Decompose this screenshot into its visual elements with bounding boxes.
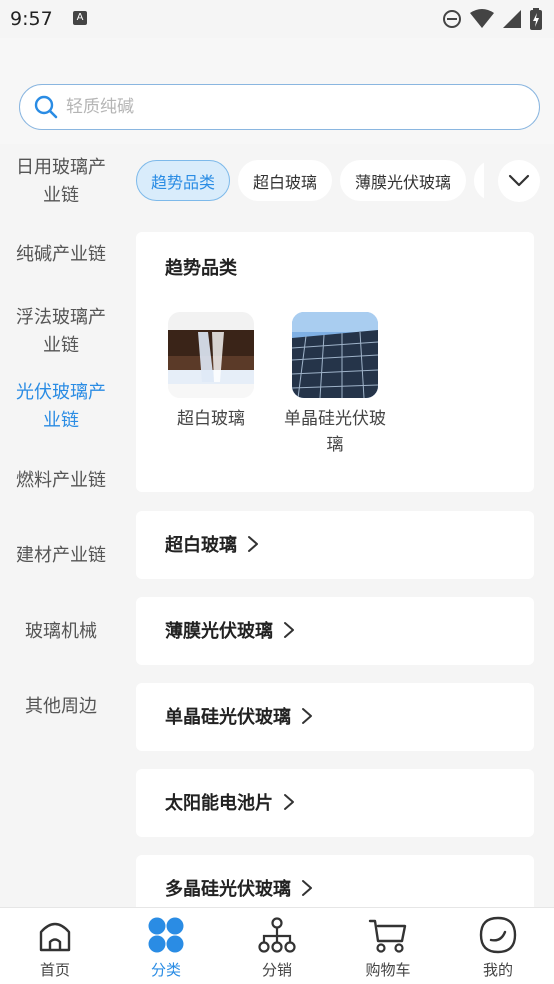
chip-label: 薄膜光伏玻璃 (354, 172, 451, 192)
search-input[interactable] (66, 97, 466, 117)
do-not-disturb-icon (443, 10, 461, 28)
chip-scroller: 趋势品类 超白玻璃 薄膜光伏玻璃 (136, 160, 484, 202)
cart-icon (368, 919, 407, 953)
sidebar-item-fuel[interactable]: 燃料产业链 (0, 467, 122, 495)
search-icon (34, 95, 58, 119)
sidebar-item-label: 日用玻璃产业链 (16, 157, 106, 206)
wifi-icon (470, 9, 494, 28)
sidebar-item-soda-ash[interactable]: 纯碱产业链 (0, 241, 122, 269)
status-bar: 9:57 A (0, 0, 554, 38)
sidebar-item-building-materials[interactable]: 建材产业链 (0, 542, 122, 570)
tab-cart[interactable]: 购物车 (333, 916, 443, 980)
trend-item-label: 超白玻璃 (177, 409, 245, 429)
tab-label: 我的 (482, 961, 513, 979)
category-row-label: 超白玻璃 (165, 535, 237, 556)
sidebar-item-float-glass[interactable]: 浮法玻璃产业链 (0, 304, 122, 360)
sidebar-item-label: 玻璃机械 (25, 621, 97, 642)
chip-thin-film[interactable]: 薄膜光伏玻璃 (340, 160, 466, 201)
category-row[interactable]: 太阳能电池片 (136, 769, 534, 837)
network-icon (258, 917, 296, 953)
chevron-right-icon (284, 794, 294, 810)
tab-distribution[interactable]: 分销 (222, 916, 332, 980)
trend-item-mono-pv[interactable]: 单晶硅光伏玻璃 (279, 312, 391, 458)
mono-pv-glass-image (292, 312, 378, 398)
chevron-right-icon (302, 708, 312, 724)
expand-chips-button[interactable] (498, 160, 540, 202)
trend-card: 趋势品类 超白玻璃 单晶硅光伏玻璃 (136, 232, 534, 492)
category-row-label-wrap: 多晶硅光伏玻璃 (165, 875, 313, 901)
tab-label: 首页 (39, 961, 70, 979)
category-sidebar: 日用玻璃产业链 纯碱产业链 浮法玻璃产业链 光伏玻璃产业链 燃料产业链 建材产业… (0, 144, 122, 907)
chevron-right-icon (302, 880, 312, 896)
chip-label: 趋势品类 (150, 172, 215, 192)
category-row-label-wrap: 太阳能电池片 (165, 789, 295, 815)
tab-label: 分类 (150, 961, 181, 979)
ultra-white-glass-image (168, 312, 254, 398)
chip-ultra-white[interactable]: 超白玻璃 (238, 160, 332, 201)
trend-card-title: 趋势品类 (165, 258, 237, 279)
search-bar[interactable] (19, 84, 540, 130)
main-content: 趋势品类 超白玻璃 薄膜光伏玻璃 趋势品类 超白玻璃 单晶硅光伏玻璃 超白玻璃 … (122, 144, 554, 907)
profile-face-icon (479, 916, 517, 954)
sidebar-item-label: 燃料产业链 (16, 470, 106, 491)
category-row-label: 太阳能电池片 (165, 793, 273, 814)
sidebar-item-pv-glass[interactable]: 光伏玻璃产业链 (0, 379, 122, 435)
chevron-down-icon (508, 174, 530, 187)
category-row[interactable]: 多晶硅光伏玻璃 (136, 855, 534, 907)
status-icons (442, 8, 542, 30)
category-row[interactable]: 超白玻璃 (136, 511, 534, 579)
chip-label: 超白玻璃 (252, 172, 317, 192)
category-row[interactable]: 单晶硅光伏玻璃 (136, 683, 534, 751)
signal-icon (503, 10, 521, 28)
battery-icon (530, 8, 542, 30)
chip-partial[interactable] (474, 160, 484, 201)
trend-item-ultra-white[interactable]: 超白玻璃 (155, 312, 267, 432)
tab-label: 购物车 (365, 961, 411, 979)
category-grid-icon (148, 917, 184, 953)
category-row-label-wrap: 超白玻璃 (165, 531, 259, 557)
sidebar-item-label: 光伏玻璃产业链 (16, 382, 106, 431)
category-row-label-wrap: 薄膜光伏玻璃 (165, 617, 295, 643)
chip-trend[interactable]: 趋势品类 (136, 160, 230, 201)
sidebar-item-daily-glass[interactable]: 日用玻璃产业链 (0, 154, 122, 210)
chevron-right-icon (248, 536, 258, 552)
sidebar-item-glass-machinery[interactable]: 玻璃机械 (0, 618, 122, 646)
status-time: 9:57 (10, 8, 53, 30)
tab-mine[interactable]: 我的 (443, 916, 553, 980)
tab-label: 分销 (261, 961, 292, 979)
bottom-tab-bar: 首页 分类 分销 购物车 我的 (0, 907, 554, 984)
chevron-right-icon (284, 622, 294, 638)
sidebar-item-label: 纯碱产业链 (16, 244, 106, 265)
category-row[interactable]: 薄膜光伏玻璃 (136, 597, 534, 665)
trend-item-label: 单晶硅光伏玻璃 (284, 409, 386, 455)
tab-category[interactable]: 分类 (111, 916, 221, 980)
home-icon (39, 922, 71, 952)
category-row-label: 薄膜光伏玻璃 (165, 621, 273, 642)
category-row-label: 多晶硅光伏玻璃 (165, 879, 291, 900)
sidebar-item-label: 浮法玻璃产业链 (16, 307, 106, 356)
notification-a-icon: A (73, 11, 87, 25)
category-row-label: 单晶硅光伏玻璃 (165, 707, 291, 728)
sidebar-item-label: 建材产业链 (16, 545, 106, 566)
tab-home[interactable]: 首页 (0, 916, 110, 980)
sidebar-item-label: 其他周边 (25, 696, 97, 717)
sidebar-item-other[interactable]: 其他周边 (0, 693, 122, 721)
category-row-label-wrap: 单晶硅光伏玻璃 (165, 703, 313, 729)
